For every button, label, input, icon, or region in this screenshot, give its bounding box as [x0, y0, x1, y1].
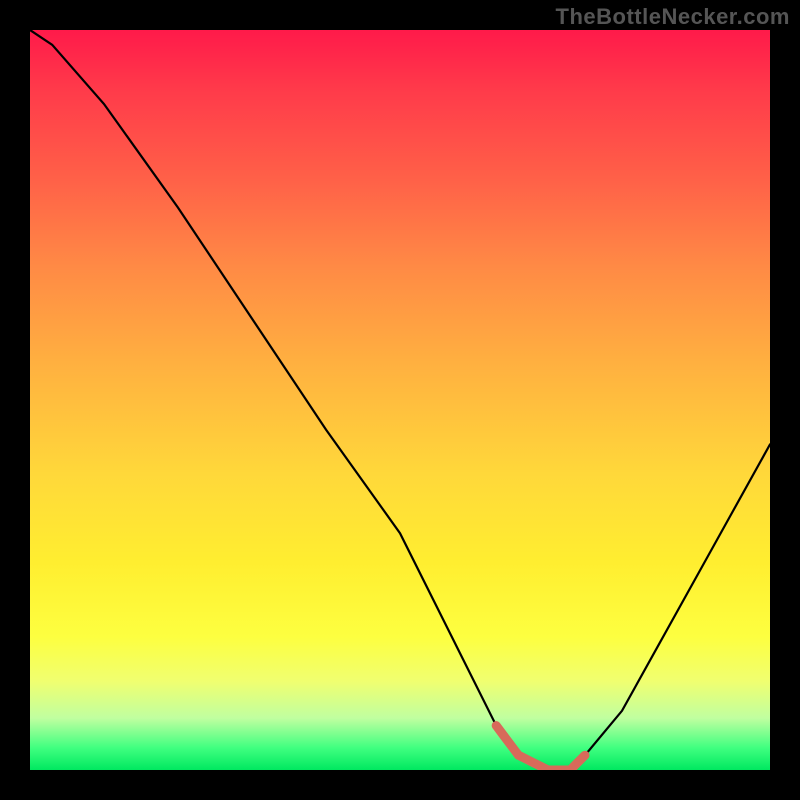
bottleneck-curve-path	[30, 30, 770, 770]
attribution-label: TheBottleNecker.com	[556, 4, 790, 30]
plot-area	[30, 30, 770, 770]
sweet-spot-highlight	[496, 726, 585, 770]
bottleneck-chart	[30, 30, 770, 770]
